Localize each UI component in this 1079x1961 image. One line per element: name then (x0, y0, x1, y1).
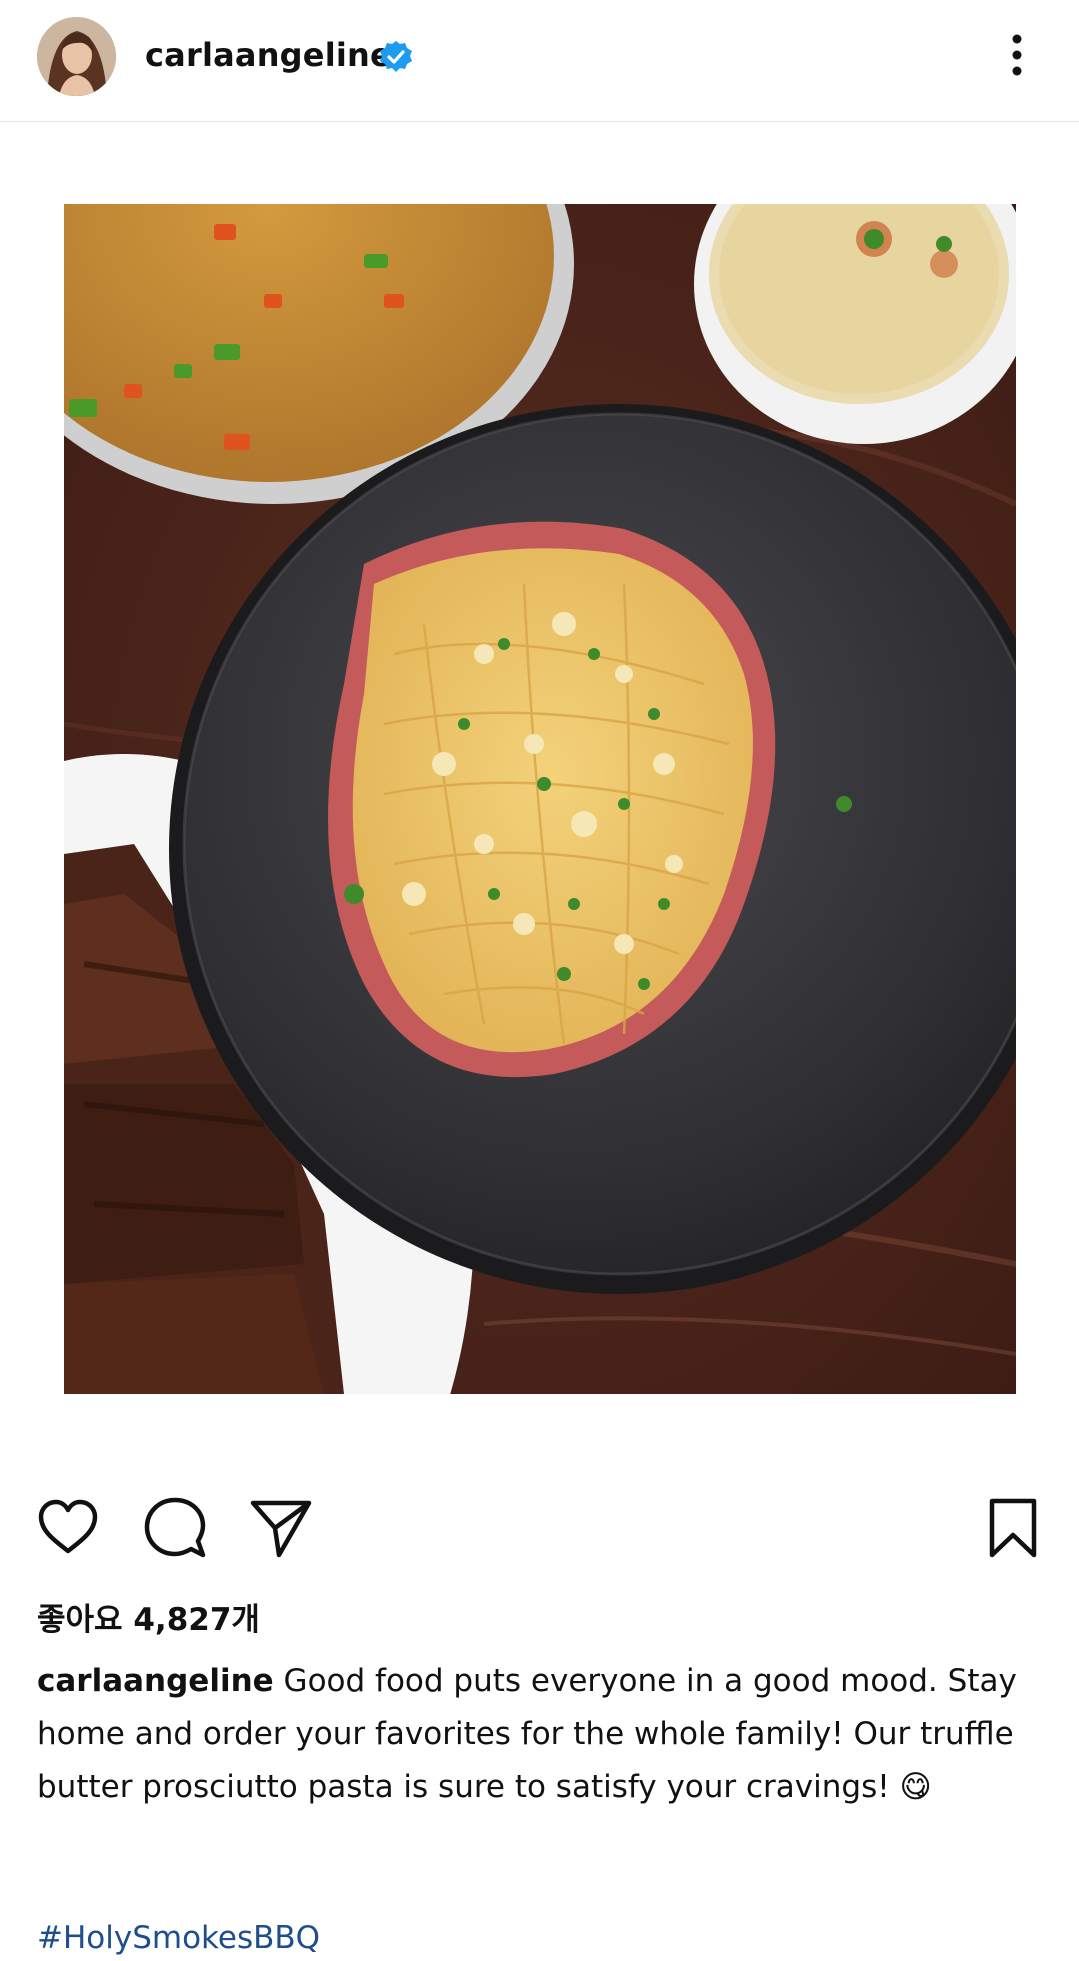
action-bar (0, 1495, 1079, 1565)
hashtag-link[interactable]: #HolySmokesBBQ (37, 1920, 320, 1956)
send-icon[interactable] (248, 1495, 314, 1561)
caption-username[interactable]: carlaangeline (37, 1663, 274, 1699)
more-vertical-icon[interactable] (1000, 30, 1034, 80)
verified-badge-icon (379, 40, 413, 74)
heart-icon[interactable] (35, 1495, 101, 1561)
caption: carlaangeline Good food puts everyone in… (37, 1655, 1047, 1814)
bookmark-icon[interactable] (980, 1495, 1046, 1561)
post-header: carlaangeline (0, 0, 1079, 122)
comment-icon[interactable] (142, 1495, 208, 1561)
header-username[interactable]: carlaangeline (145, 36, 392, 74)
avatar[interactable] (37, 17, 116, 96)
likes-count[interactable]: 좋아요 4,827개 (37, 1594, 260, 1639)
post-image[interactable] (64, 204, 1016, 1394)
